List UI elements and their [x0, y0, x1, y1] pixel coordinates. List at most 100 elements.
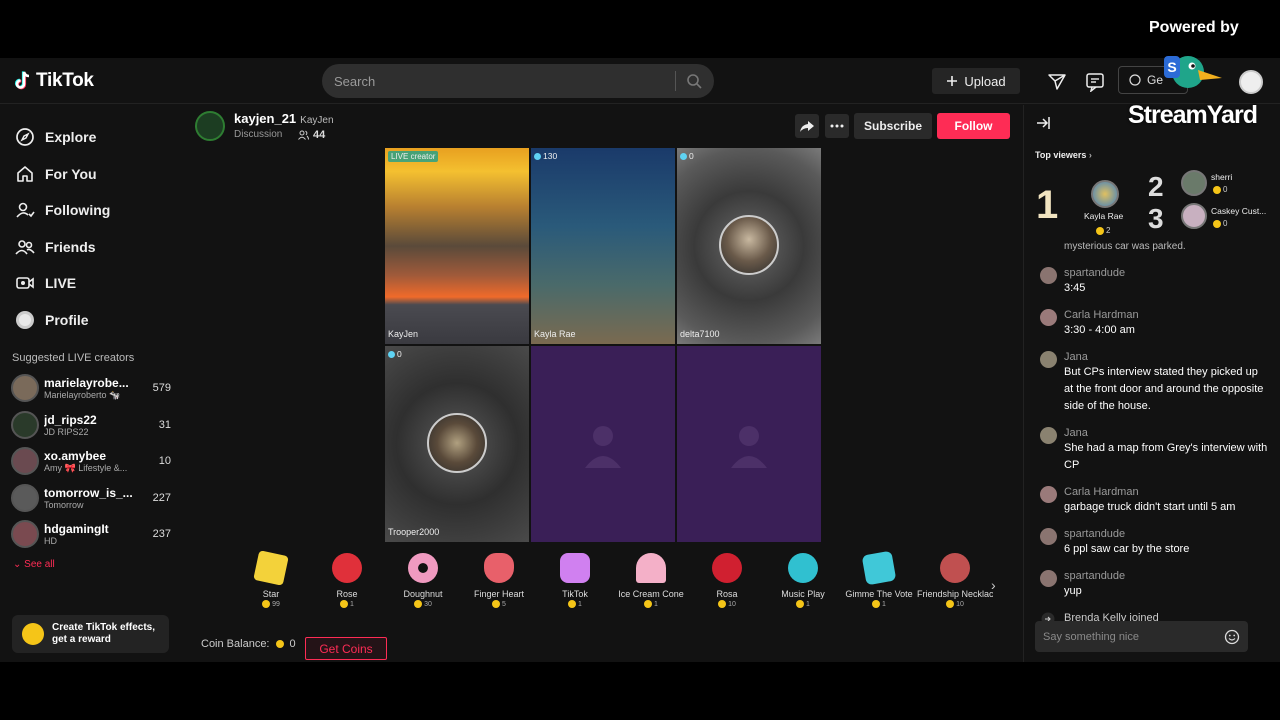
ice-cream-gift-icon — [636, 553, 666, 583]
creator-subtitle: Amy 🎀 Lifestyle &... — [44, 462, 128, 473]
empty-guest-slot[interactable] — [677, 346, 821, 542]
nav-profile[interactable]: Profile — [0, 302, 183, 339]
follow-button[interactable]: Follow — [937, 113, 1010, 139]
rose-gift-icon — [332, 553, 362, 583]
creator-viewer-count: 227 — [152, 491, 171, 504]
top-viewer-coins-value: 2 — [1106, 226, 1111, 235]
gift-item[interactable]: Friendship Necklac 10 — [917, 553, 993, 608]
guest-tile[interactable]: 0 delta7100 — [677, 148, 821, 344]
gimme-the-vote-gift-icon — [861, 550, 897, 586]
host-username: kayjen_21 — [234, 111, 297, 126]
top-viewer-avatar[interactable] — [1181, 203, 1207, 229]
chat-username[interactable]: spartandude — [1064, 570, 1268, 582]
suggested-creator-item[interactable]: tomorrow_is_... Tomorrow 227 — [0, 480, 183, 517]
get-coins-button[interactable]: Get Coins — [305, 637, 387, 660]
chat-username[interactable]: Carla Hardman — [1064, 486, 1268, 498]
search-bar — [322, 64, 714, 98]
guest-tile[interactable]: 130 Kayla Rae — [531, 148, 675, 344]
nav-explore[interactable]: Explore — [0, 119, 183, 156]
inbox-icon[interactable] — [1085, 72, 1105, 92]
main-nav: Explore For You Following Friends LIVE P… — [0, 105, 183, 338]
top-viewer-avatar[interactable] — [1181, 170, 1207, 196]
chat-avatar[interactable] — [1040, 486, 1057, 503]
rank-number: 3 — [1148, 203, 1164, 234]
chat-username[interactable]: Carla Hardman — [1064, 309, 1268, 321]
see-all-link[interactable]: ⌄ See all — [0, 559, 183, 570]
upload-button[interactable]: Upload — [932, 68, 1020, 94]
user-avatar[interactable] — [1239, 70, 1263, 94]
guest-name: Trooper2000 — [388, 527, 440, 537]
chat-avatar[interactable] — [1040, 351, 1057, 368]
creator-viewer-count: 579 — [152, 382, 171, 394]
gift-item[interactable]: Finger Heart 5 — [461, 553, 537, 608]
suggested-creator-item[interactable]: jd_rips22 JD RIPS22 31 — [0, 407, 183, 444]
collapse-panel-icon[interactable] — [1035, 115, 1051, 131]
nav-for-you[interactable]: For You — [0, 156, 183, 193]
nav-label: Profile — [45, 311, 89, 328]
gift-item[interactable]: Rose 1 — [309, 553, 385, 608]
gift-item[interactable]: Music Play 1 — [765, 553, 841, 608]
nav-label: LIVE — [45, 275, 77, 292]
chat-input[interactable] — [1043, 630, 1224, 643]
suggested-creator-item[interactable]: xo.amybee Amy 🎀 Lifestyle &... 10 — [0, 443, 183, 480]
gem-icon — [680, 152, 687, 160]
chat-username[interactable]: spartandude — [1064, 528, 1268, 540]
suggested-creator-item[interactable]: hdgamingIt HD 237 — [0, 516, 183, 553]
nav-live[interactable]: LIVE — [0, 265, 183, 302]
top-viewer-avatar[interactable] — [1091, 180, 1119, 208]
top-viewers-title[interactable]: Top viewers › — [1035, 150, 1092, 160]
chat-message: Carla Hardman garbage truck didn't start… — [1038, 486, 1268, 516]
send-icon[interactable] — [1047, 72, 1067, 92]
search-icon[interactable] — [686, 73, 702, 89]
more-options-button[interactable] — [825, 114, 849, 138]
tiktok-app: TikTok Upload — [0, 58, 1280, 662]
tiktok-gift-icon — [560, 553, 590, 583]
gift-item[interactable]: TikTok 1 — [537, 553, 613, 608]
coin-icon — [414, 600, 423, 608]
top-viewer-name: Caskey Cust... — [1211, 206, 1267, 216]
creator-name: xo.amybee — [44, 448, 107, 463]
gift-item[interactable]: Star 99 — [233, 550, 309, 608]
host-name-row[interactable]: kayjen_21 KayJen — [234, 111, 334, 126]
chat-avatar[interactable] — [1040, 267, 1057, 284]
chat-message: Carla Hardman 3:30 - 4:00 am — [1038, 309, 1268, 339]
chat-avatar[interactable] — [1040, 427, 1057, 444]
gift-price: 5 — [461, 600, 537, 608]
gift-item[interactable]: Rosa 10 — [689, 553, 765, 608]
guest-tile[interactable]: LIVE creator KayJen — [385, 148, 529, 344]
gift-item[interactable]: Gimme The Vote 1 — [841, 550, 917, 608]
share-icon — [800, 121, 814, 132]
top-viewer-coins-value: 0 — [1223, 219, 1228, 228]
chat-avatar[interactable] — [1040, 309, 1057, 326]
emoji-icon[interactable] — [1224, 629, 1240, 645]
coin-icon — [492, 600, 501, 608]
tiktok-logo[interactable]: TikTok — [14, 70, 94, 92]
chat-text: garbage truck didn't start until 5 am — [1064, 501, 1236, 513]
search-input[interactable] — [334, 73, 665, 89]
gift-scroll-right-icon[interactable]: › — [991, 577, 996, 593]
chat-username[interactable]: Jana — [1064, 427, 1268, 439]
chat-username[interactable]: Jana — [1064, 351, 1268, 363]
effects-promo-card[interactable]: Create TikTok effects, get a reward — [12, 615, 169, 653]
share-button[interactable] — [795, 114, 819, 138]
nav-friends[interactable]: Friends — [0, 229, 183, 266]
chat-avatar[interactable] — [1040, 528, 1057, 545]
creator-viewer-count: 31 — [158, 418, 171, 431]
coin-icon — [1129, 74, 1141, 86]
nav-following[interactable]: Following — [0, 192, 183, 229]
suggested-creator-item[interactable]: marielayrobe... Marielayroberto 🐄 579 — [0, 370, 183, 407]
gift-item[interactable]: Doughnut 30 — [385, 553, 461, 608]
rank-number: 1 — [1036, 183, 1059, 227]
empty-guest-slot[interactable] — [531, 346, 675, 542]
live-stream-main: kayjen_21 KayJen Discussion 44 Subscribe… — [183, 105, 1023, 662]
gift-price: 1 — [309, 600, 385, 608]
gift-name: Doughnut — [403, 589, 443, 599]
host-avatar[interactable] — [195, 111, 225, 141]
gift-item[interactable]: Ice Cream Cone 1 — [613, 553, 689, 608]
chat-username[interactable]: spartandude — [1064, 267, 1268, 279]
guest-tile[interactable]: 0 Trooper2000 — [385, 346, 529, 542]
doughnut-gift-icon — [408, 553, 438, 583]
subscribe-button[interactable]: Subscribe — [854, 113, 932, 139]
creator-subtitle: Marielayroberto 🐄 — [44, 389, 121, 400]
chat-avatar[interactable] — [1040, 570, 1057, 587]
